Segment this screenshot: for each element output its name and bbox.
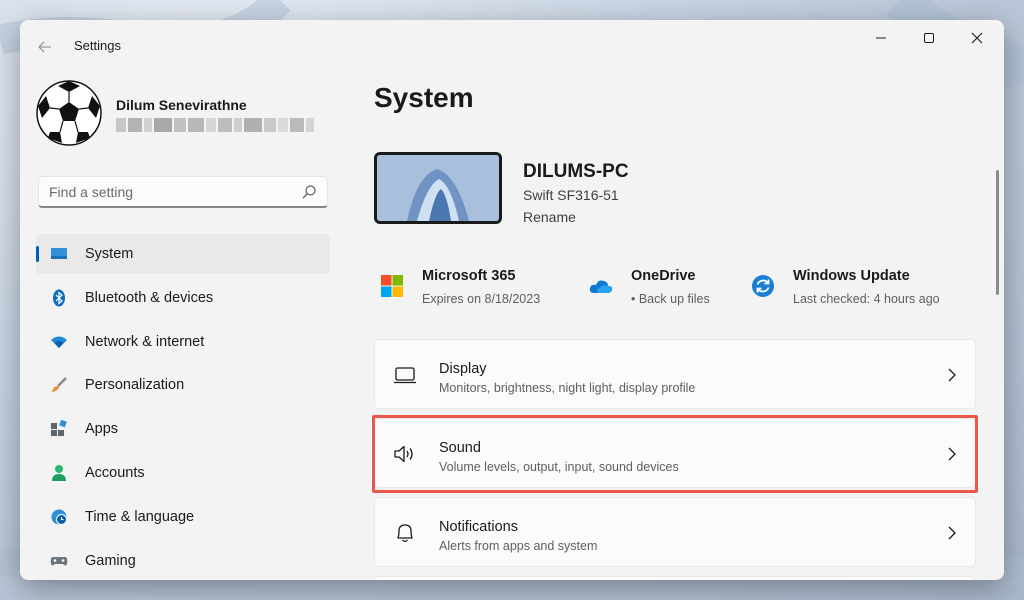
- search-icon[interactable]: [301, 184, 317, 200]
- settings-card-partial[interactable]: [374, 576, 976, 580]
- sidebar-item-accounts[interactable]: Accounts: [36, 453, 330, 493]
- card-subtitle: Volume levels, output, input, sound devi…: [439, 460, 679, 474]
- bell-icon: [397, 524, 413, 543]
- card-title: Display: [439, 361, 487, 377]
- sidebar-item-label: Network & internet: [85, 333, 205, 350]
- display-icon: [394, 367, 416, 384]
- wifi-icon: [51, 336, 67, 348]
- sidebar-item-network[interactable]: Network & internet: [36, 322, 330, 362]
- sidebar-item-bluetooth[interactable]: Bluetooth & devices: [36, 278, 330, 318]
- quick-link-onedrive[interactable]: OneDrive • Back up files: [589, 268, 729, 312]
- bloom-wallpaper-image: [377, 155, 499, 221]
- close-button[interactable]: [954, 20, 1000, 56]
- page-title: System: [374, 82, 474, 113]
- sidebar-item-label: Accounts: [85, 464, 145, 481]
- soccer-ball-icon: [36, 80, 102, 146]
- onedrive-cloud-icon: [589, 280, 613, 293]
- microsoft-logo-icon: [381, 275, 403, 297]
- back-arrow-icon: [38, 41, 51, 53]
- active-indicator: [36, 246, 39, 262]
- maximize-button[interactable]: [906, 20, 952, 56]
- system-monitor-icon: [51, 248, 67, 259]
- minimize-button[interactable]: [858, 20, 904, 56]
- quick-link-title: Microsoft 365: [422, 268, 516, 284]
- quick-link-subtitle: Last checked: 4 hours ago: [793, 292, 940, 306]
- search-box: [38, 176, 328, 208]
- sidebar-item-gaming[interactable]: Gaming: [36, 541, 330, 580]
- sidebar-nav: System Bluetooth & devices Network & int…: [36, 234, 330, 580]
- sidebar-item-system[interactable]: System: [36, 234, 330, 274]
- settings-card-notifications[interactable]: Notifications Alerts from apps and syste…: [374, 497, 976, 567]
- speaker-icon: [394, 445, 413, 463]
- apps-icon: [51, 420, 67, 437]
- rename-link[interactable]: Rename: [523, 209, 576, 225]
- search-input[interactable]: [39, 177, 309, 207]
- avatar[interactable]: [36, 80, 102, 146]
- sidebar-item-personalization[interactable]: Personalization: [36, 365, 330, 405]
- close-icon: [971, 32, 983, 44]
- quick-link-subtitle: Expires on 8/18/2023: [422, 292, 541, 306]
- chevron-right-icon: [948, 447, 956, 461]
- title-bar: Settings: [20, 20, 1004, 72]
- settings-window: Settings Dilum Senevirathne Find a setti…: [20, 20, 1004, 580]
- settings-card-sound[interactable]: Sound Volume levels, output, input, soun…: [374, 418, 976, 488]
- globe-clock-icon: [51, 509, 67, 525]
- sidebar-item-label: Personalization: [85, 377, 185, 394]
- scrollbar-thumb[interactable]: [996, 170, 999, 295]
- chevron-right-icon: [948, 526, 956, 540]
- device-model: Swift SF316-51: [523, 187, 619, 203]
- back-button[interactable]: [34, 36, 56, 58]
- card-title: Notifications: [439, 519, 518, 535]
- brush-icon: [52, 377, 67, 393]
- sidebar-item-label: Bluetooth & devices: [85, 289, 214, 306]
- maximize-icon: [924, 33, 934, 43]
- quick-link-subtitle: • Back up files: [631, 292, 710, 306]
- sidebar-item-time-language[interactable]: Time & language: [36, 497, 330, 537]
- main-content: System DILUMS-PC Swift SF316-51 Rename M…: [372, 72, 992, 580]
- card-subtitle: Monitors, brightness, night light, displ…: [439, 381, 696, 395]
- windows-update-icon: [752, 275, 774, 297]
- card-subtitle: Alerts from apps and system: [439, 539, 598, 553]
- device-wallpaper-thumbnail[interactable]: [374, 152, 502, 224]
- sidebar-item-label: Time & language: [85, 508, 195, 525]
- sidebar: Dilum Senevirathne Sy: [20, 72, 350, 580]
- bluetooth-icon: [53, 289, 65, 307]
- person-icon: [52, 464, 66, 481]
- gamepad-icon: [50, 556, 68, 566]
- quick-link-title: Windows Update: [793, 268, 910, 284]
- user-name: Dilum Senevirathne: [116, 97, 247, 113]
- sidebar-item-label: Gaming: [85, 552, 136, 569]
- quick-link-windows-update[interactable]: Windows Update Last checked: 4 hours ago: [751, 268, 951, 312]
- sidebar-item-apps[interactable]: Apps: [36, 409, 330, 449]
- sidebar-item-label: Apps: [85, 421, 119, 438]
- quick-link-microsoft-365[interactable]: Microsoft 365 Expires on 8/18/2023: [380, 268, 550, 312]
- card-title: Sound: [439, 440, 481, 456]
- user-email-redacted: [116, 118, 316, 132]
- chevron-right-icon: [948, 368, 956, 382]
- sidebar-item-label: System: [85, 246, 134, 262]
- device-name: DILUMS-PC: [523, 161, 629, 182]
- settings-card-display[interactable]: Display Monitors, brightness, night ligh…: [374, 339, 976, 409]
- quick-link-title: OneDrive: [631, 268, 696, 284]
- minimize-icon: [876, 37, 886, 39]
- app-title: Settings: [74, 38, 121, 53]
